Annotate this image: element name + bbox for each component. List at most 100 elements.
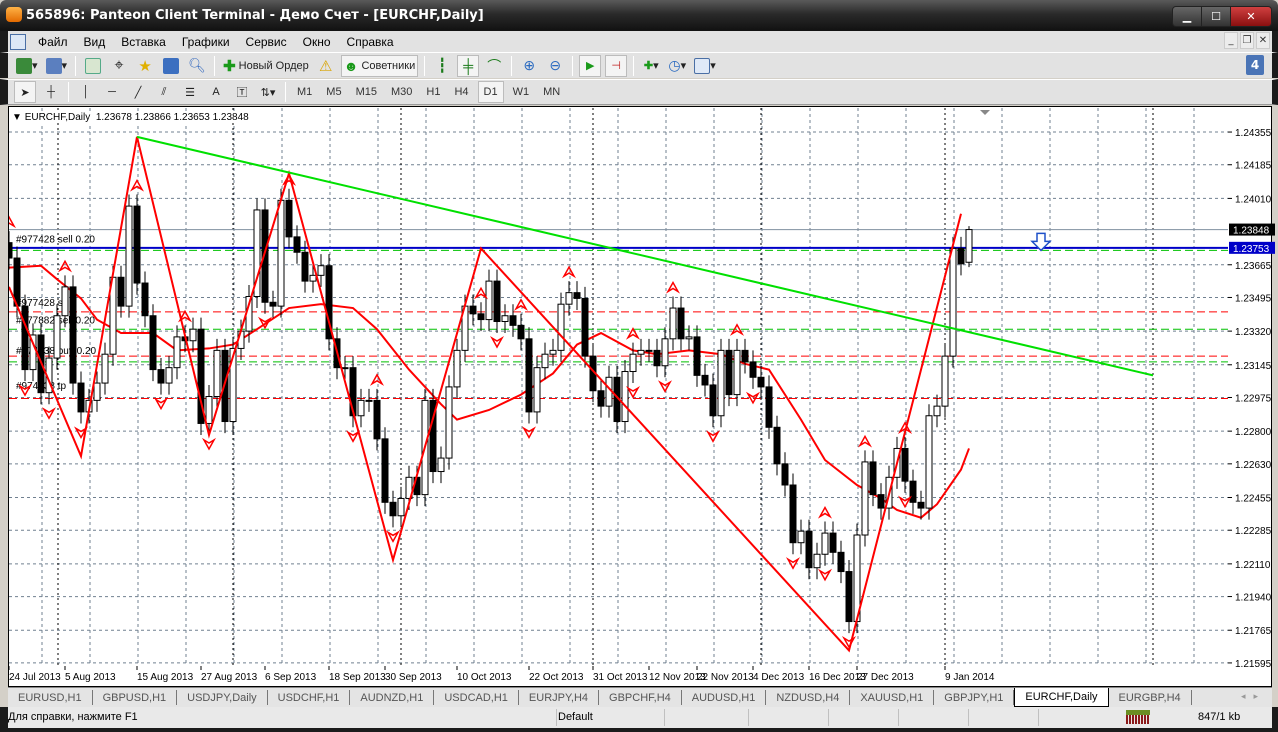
candle-body	[93, 382, 101, 401]
candle-body	[277, 199, 285, 307]
y-tick-label: 1.22285	[1235, 526, 1272, 537]
candle-body	[437, 457, 445, 473]
status-help: Для справки, нажмите F1	[8, 711, 138, 723]
candle-body	[493, 280, 501, 323]
candle-body	[485, 280, 493, 321]
chart-tab[interactable]: EURJPY,H4	[519, 690, 600, 705]
x-tick-label: 27 Dec 2013	[857, 672, 914, 683]
status-profile: Default	[558, 711, 593, 723]
candle-body	[685, 336, 693, 340]
fractal-up-arrow-icon	[857, 434, 873, 448]
candle-body	[741, 349, 749, 363]
candle-body	[725, 349, 733, 396]
candle-body	[269, 301, 277, 307]
price-chart[interactable]: #977428 sell 0.20#977428 sl#977882 sell …	[0, 0, 1278, 690]
price-label-order: 1.23753	[1233, 244, 1270, 255]
candle-body	[941, 355, 949, 407]
candle-body	[165, 367, 173, 384]
trendline	[136, 135, 1154, 377]
chart-tab[interactable]: USDJPY,Daily	[177, 690, 268, 705]
candle-body	[365, 399, 373, 402]
candle-body	[965, 229, 973, 263]
candle-body	[653, 349, 661, 367]
candle-body	[133, 205, 141, 284]
x-tick-label: 22 Nov 2013	[697, 672, 754, 683]
candle-body	[157, 369, 165, 384]
tab-scroll-arrows-icon[interactable]: ◂▸	[1241, 691, 1266, 702]
chart-tab[interactable]: AUDUSD,H1	[682, 690, 767, 705]
chart-tabs: EURUSD,H1 GBPUSD,H1 USDJPY,Daily USDCHF,H1 A…	[8, 687, 1272, 707]
fractal-up-arrow-icon	[665, 280, 681, 294]
candle-body	[61, 286, 69, 317]
x-tick-label: 24 Jul 2013	[9, 672, 61, 683]
x-tick-label: 30 Sep 2013	[385, 672, 442, 683]
candle-body	[813, 553, 821, 569]
candle-body	[773, 426, 781, 465]
candle-body	[189, 328, 197, 342]
fractal-down-arrow-icon	[625, 385, 641, 399]
candle-body	[69, 286, 77, 384]
candle-body	[445, 386, 453, 459]
candle-body	[213, 349, 221, 398]
candle-body	[821, 532, 829, 555]
chart-tab[interactable]: XAUUSD,H1	[850, 690, 935, 705]
candle-body	[949, 247, 957, 357]
candle-body	[901, 447, 909, 482]
chart-tab[interactable]: AUDNZD,H1	[350, 690, 435, 705]
candle-body	[845, 571, 853, 623]
candle-body	[629, 353, 637, 373]
candle-body	[877, 494, 885, 509]
fractal-up-arrow-icon	[129, 179, 145, 192]
order-label: #977428 sell 0.20	[16, 235, 95, 246]
candle-body	[789, 484, 797, 544]
chart-tab[interactable]: USDCHF,H1	[268, 690, 351, 705]
y-tick-label: 1.23495	[1235, 293, 1272, 304]
candle-body	[517, 324, 525, 340]
y-tick-label: 1.21595	[1235, 659, 1272, 670]
x-tick-label: 6 Sep 2013	[265, 672, 317, 683]
candle-body	[341, 367, 349, 370]
fractal-up-arrow-icon	[369, 373, 385, 386]
candle-body	[125, 205, 133, 307]
candle-body	[573, 292, 581, 299]
chart-tab[interactable]: EURGBP,H4	[1109, 690, 1192, 705]
fractal-down-arrow-icon	[41, 407, 57, 420]
y-tick-label: 1.24355	[1235, 128, 1272, 139]
candle-body	[9, 242, 13, 259]
candle-body	[293, 236, 301, 253]
candle-body	[645, 349, 653, 352]
chart-ohlc: 1.23678 1.23866 1.23653 1.23848	[95, 112, 249, 123]
candle-body	[117, 276, 125, 307]
candle-body	[837, 551, 845, 573]
chart-tab[interactable]: NZDUSD,H4	[766, 690, 851, 705]
candle-body	[917, 501, 925, 509]
y-tick-label: 1.22110	[1235, 560, 1271, 571]
candle-body	[389, 501, 397, 517]
chart-tab[interactable]: USDCAD,H1	[434, 690, 519, 705]
candle-body	[373, 399, 381, 440]
connection-indicator-icon	[1126, 710, 1150, 724]
y-tick-label: 1.22455	[1235, 494, 1272, 505]
chart-symbol: EURCHF,Daily	[24, 112, 91, 123]
x-tick-label: 18 Sep 2013	[329, 672, 386, 683]
chart-tab[interactable]: GBPCHF,H4	[599, 690, 682, 705]
fractal-up-arrow-icon	[473, 286, 489, 300]
chart-tab[interactable]: GBPUSD,H1	[93, 690, 178, 705]
chart-tab[interactable]: EURUSD,H1	[8, 690, 93, 705]
x-tick-label: 10 Oct 2013	[457, 672, 512, 683]
candle-body	[677, 307, 685, 340]
chart-tab[interactable]: EURCHF,Daily	[1014, 688, 1109, 707]
candle-body	[869, 461, 877, 496]
fractal-up-arrow-icon	[513, 298, 529, 311]
candle-body	[301, 251, 309, 282]
y-tick-label: 1.22975	[1235, 393, 1272, 404]
candle-body	[549, 349, 557, 355]
fractal-down-arrow-icon	[817, 568, 833, 582]
fractal-down-arrow-icon	[657, 380, 673, 393]
candle-body	[829, 532, 837, 553]
chart-tab[interactable]: GBPJPY,H1	[934, 690, 1015, 705]
x-tick-label: 4 Dec 2013	[753, 672, 805, 683]
candle-body	[453, 349, 461, 388]
candle-body	[469, 305, 477, 315]
candle-body	[805, 530, 813, 569]
